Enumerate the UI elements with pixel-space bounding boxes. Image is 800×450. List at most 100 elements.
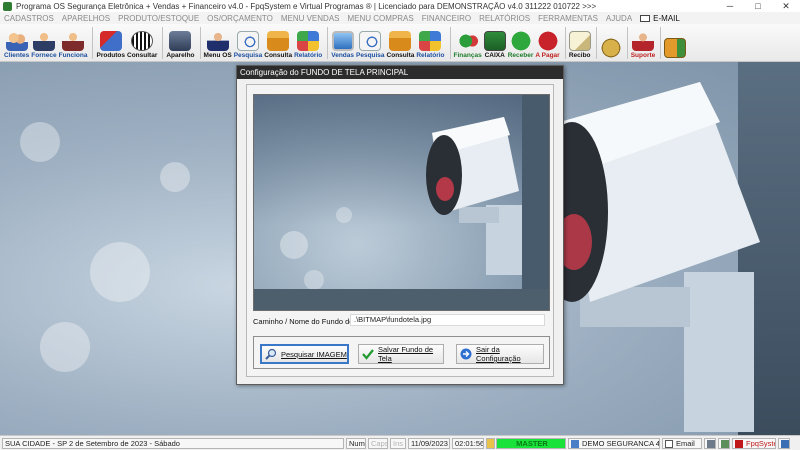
app-icon bbox=[3, 1, 12, 11]
clients-icon bbox=[5, 31, 28, 51]
financas-label: Finanças bbox=[453, 52, 482, 59]
status-num: Num bbox=[346, 438, 366, 449]
close-button[interactable]: ✕ bbox=[772, 1, 800, 12]
consulta-os-button[interactable]: Consulta bbox=[264, 25, 292, 61]
company-icon bbox=[571, 439, 579, 448]
relatorio-os-label: Relatório bbox=[294, 52, 323, 59]
pesquisa-vendas-label: Pesquisa bbox=[356, 52, 385, 59]
consultar-button[interactable]: Consultar bbox=[127, 25, 157, 61]
menu-ferramentas[interactable]: FERRAMENTAS bbox=[534, 14, 602, 23]
search-image-button[interactable]: Pesquisar IMAGEM bbox=[260, 344, 349, 364]
save-wallpaper-button[interactable]: Salvar Fundo de Tela bbox=[358, 344, 444, 364]
status-icon-a[interactable] bbox=[704, 438, 716, 449]
status-time: 02:01:56 bbox=[452, 438, 484, 449]
exit-arrow-icon bbox=[460, 348, 472, 360]
email-icon bbox=[665, 439, 673, 448]
window-title: Programa OS Segurança Eletrônica + Venda… bbox=[16, 1, 597, 11]
menu-os-orcamento[interactable]: OS/ORÇAMENTO bbox=[203, 14, 277, 23]
vendas-button[interactable]: Vendas bbox=[331, 25, 354, 61]
maximize-button[interactable]: □ bbox=[744, 1, 772, 11]
device-icon bbox=[169, 31, 192, 51]
aparelho-label: Aparelho bbox=[166, 52, 195, 59]
pesquisa-os-button[interactable]: Pesquisa bbox=[233, 25, 263, 61]
menu-email-label: E-MAIL bbox=[653, 13, 680, 23]
exit-door-icon bbox=[664, 38, 687, 58]
menu-ajuda[interactable]: AJUDA bbox=[602, 14, 636, 23]
vendas-label: Vendas bbox=[331, 52, 354, 59]
grid-icon bbox=[721, 439, 729, 448]
main-toolbar: Clientes Fornece Funciona Produtos Consu… bbox=[0, 24, 800, 62]
a-pagar-label: A Pagar bbox=[535, 52, 560, 59]
relatorio-vendas-button[interactable]: Relatório bbox=[416, 25, 445, 61]
barcode-icon bbox=[131, 31, 154, 51]
a-pagar-button[interactable]: A Pagar bbox=[535, 25, 560, 61]
status-icon-b[interactable] bbox=[718, 438, 730, 449]
menu-email[interactable]: E-MAIL bbox=[636, 14, 684, 23]
menu-aparelhos[interactable]: APARELHOS bbox=[58, 14, 114, 23]
coins-icon bbox=[599, 38, 622, 58]
menu-bar: CADASTROS APARELHOS PRODUTO/ESTOQUE OS/O… bbox=[0, 12, 800, 24]
dollar-red-icon bbox=[536, 31, 559, 51]
dialog-title: Configuração do FUNDO DE TELA PRINCIPAL bbox=[237, 66, 563, 79]
clientes-label: Clientes bbox=[4, 52, 30, 59]
supplier-icon bbox=[32, 31, 55, 51]
status-city-date: SUA CIDADE - SP 2 de Setembro de 2023 - … bbox=[2, 438, 344, 449]
receber-button[interactable]: Receber bbox=[508, 25, 533, 61]
finance-icon bbox=[456, 31, 479, 51]
dialog-panel: Caminho / Nome do Fundo de Tela .\BITMAP… bbox=[246, 84, 554, 377]
info-icon bbox=[781, 439, 789, 448]
financas-button[interactable]: Finanças bbox=[454, 25, 482, 61]
box-icon bbox=[267, 31, 290, 51]
receipt-icon bbox=[568, 31, 591, 51]
aparelho-button[interactable]: Aparelho bbox=[166, 25, 195, 61]
technician-icon bbox=[206, 31, 229, 51]
toolbar-separator bbox=[92, 27, 94, 59]
menu-compras[interactable]: MENU COMPRAS bbox=[344, 14, 418, 23]
funciona-button[interactable]: Funciona bbox=[59, 25, 87, 61]
brand-icon bbox=[735, 439, 743, 448]
recibo-button[interactable]: Recibo bbox=[568, 25, 591, 61]
menu-financeiro[interactable]: FINANCEIRO bbox=[418, 14, 475, 23]
search-doc-icon bbox=[359, 31, 382, 51]
dialog-button-group: Pesquisar IMAGEM Salvar Fundo de Tela Sa… bbox=[253, 336, 550, 369]
minimize-button[interactable]: ─ bbox=[716, 1, 744, 11]
dollar-green-icon bbox=[509, 31, 532, 51]
exit-config-button[interactable]: Sair da Configuração bbox=[456, 344, 544, 364]
suporte-button[interactable]: Suporte bbox=[631, 25, 655, 61]
menu-os-button[interactable]: Menu OS bbox=[204, 25, 232, 61]
menu-relatorios[interactable]: RELATÓRIOS bbox=[475, 14, 534, 23]
wallpaper-config-dialog: Configuração do FUNDO DE TELA PRINCIPAL … bbox=[236, 65, 564, 385]
menu-produto-estoque[interactable]: PRODUTO/ESTOQUE bbox=[114, 14, 203, 23]
caixa-label: CAIXA bbox=[484, 52, 505, 59]
path-field[interactable]: .\BITMAP\fundotela.jpg bbox=[350, 314, 545, 326]
save-wallpaper-label: Salvar Fundo de Tela bbox=[378, 345, 434, 363]
caixa-button[interactable]: CAIXA bbox=[483, 25, 506, 61]
produtos-button[interactable]: Produtos bbox=[96, 25, 125, 61]
consulta-vendas-button[interactable]: Consulta bbox=[387, 25, 414, 61]
status-email-label: Email bbox=[676, 439, 695, 448]
status-icon-c[interactable] bbox=[778, 438, 790, 449]
status-ins: Ins bbox=[390, 438, 406, 449]
relatorio-os-button[interactable]: Relatório bbox=[294, 25, 322, 61]
fornece-label: Fornece bbox=[31, 52, 57, 59]
pesquisa-os-label: Pesquisa bbox=[233, 52, 263, 59]
recibo-label: Recibo bbox=[568, 52, 591, 59]
menu-vendas[interactable]: MENU VENDAS bbox=[277, 14, 344, 23]
clientes-button[interactable]: Clientes bbox=[4, 25, 29, 61]
exit-button[interactable] bbox=[664, 25, 687, 61]
consultar-label: Consultar bbox=[127, 52, 158, 59]
pesquisa-vendas-button[interactable]: Pesquisa bbox=[356, 25, 385, 61]
menu-cadastros[interactable]: CADASTROS bbox=[0, 14, 58, 23]
status-brand: FpqSystem bbox=[732, 438, 776, 449]
coins-button[interactable] bbox=[599, 25, 622, 61]
toolbar-separator bbox=[595, 27, 597, 59]
toolbar-separator bbox=[449, 27, 451, 59]
support-icon bbox=[631, 31, 654, 51]
fornece-button[interactable]: Fornece bbox=[31, 25, 57, 61]
status-date: 11/09/2023 bbox=[408, 438, 450, 449]
status-email[interactable]: Email bbox=[662, 438, 702, 449]
search-doc-icon bbox=[236, 31, 259, 51]
preview-camera-image bbox=[280, 117, 522, 290]
preview-bottom-strip bbox=[254, 289, 549, 310]
calculator-icon bbox=[707, 439, 715, 448]
